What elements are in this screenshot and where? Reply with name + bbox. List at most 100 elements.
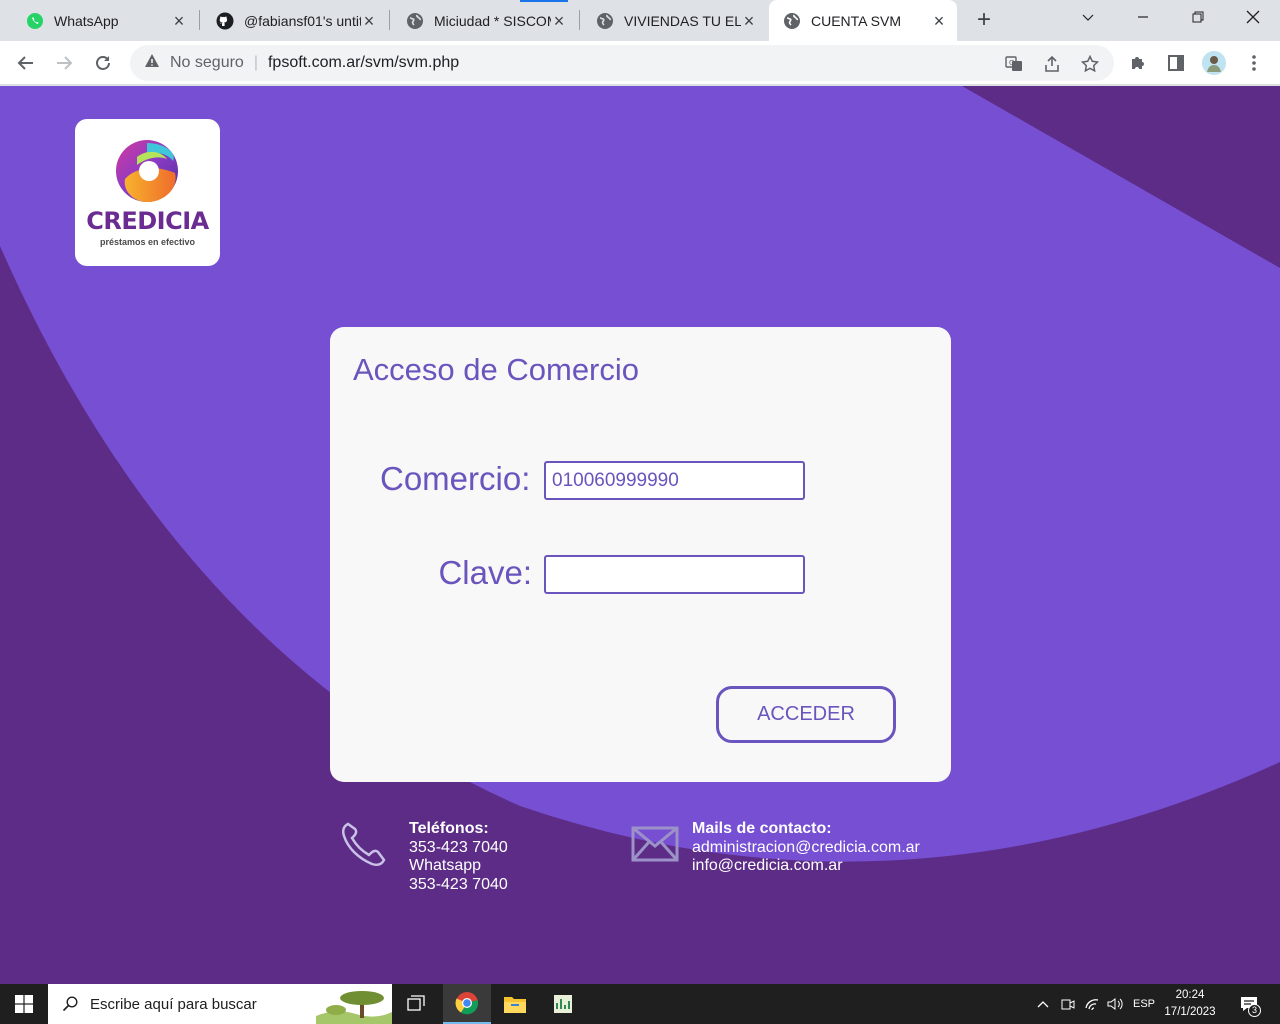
close-window-button[interactable]: [1230, 0, 1276, 34]
side-panel-button[interactable]: [1160, 47, 1192, 79]
phones-heading: Teléfonos:: [409, 820, 489, 837]
translate-icon[interactable]: G: [1004, 54, 1024, 74]
credicia-logo-mark: [116, 140, 178, 203]
chevron-up-icon: [1037, 1001, 1049, 1008]
clave-input[interactable]: [544, 555, 805, 594]
forward-button[interactable]: [48, 47, 80, 79]
task-view-icon: [407, 995, 425, 1011]
new-tab-button[interactable]: +: [973, 8, 995, 32]
star-icon[interactable]: [1080, 54, 1100, 74]
tab-viviendas[interactable]: VIVIENDAS TU ELECCION ×: [582, 0, 767, 41]
envelope-icon: [631, 826, 679, 862]
search-placeholder: Escribe aquí para buscar: [90, 995, 257, 1013]
extensions-button[interactable]: [1122, 47, 1154, 79]
restore-window-button[interactable]: [1175, 0, 1221, 34]
clock-time: 20:24: [1175, 989, 1205, 1001]
mails-heading: Mails de contacto:: [692, 820, 832, 837]
chevron-down-icon: [1082, 14, 1094, 21]
tray-overflow-button[interactable]: [1034, 984, 1052, 1024]
mail-admin[interactable]: administracion@credicia.com.ar: [692, 839, 920, 858]
taskbar: Escribe aquí para buscar ESP 20:24 17/1/…: [0, 984, 1280, 1024]
back-button[interactable]: [10, 47, 42, 79]
tab-title: VIVIENDAS TU ELECCION: [624, 12, 741, 29]
reload-button[interactable]: [87, 47, 119, 79]
comercio-input[interactable]: [544, 461, 805, 500]
mails-block: Mails de contacto: administracion@credic…: [692, 820, 920, 876]
close-icon[interactable]: ×: [171, 12, 187, 30]
tab-cuenta-svm[interactable]: CUENTA SVM ×: [769, 0, 957, 41]
tab-title: WhatsApp: [54, 12, 119, 29]
menu-button[interactable]: [1238, 47, 1270, 79]
tray-meet-now[interactable]: [1058, 984, 1078, 1024]
close-icon: [1246, 10, 1260, 24]
clave-label: Clave:: [438, 554, 532, 591]
acceder-button[interactable]: ACCEDER: [716, 686, 896, 743]
minimize-icon: [1138, 16, 1148, 18]
clock-date: 17/1/2023: [1164, 1006, 1216, 1018]
url-text[interactable]: fpsoft.com.ar/svm/svm.php: [268, 54, 459, 72]
notification-count-badge: 3: [1248, 1004, 1261, 1017]
profile-button[interactable]: [1198, 47, 1230, 79]
security-label[interactable]: No seguro: [170, 54, 244, 72]
arrow-right-icon: [57, 56, 73, 70]
tray-language[interactable]: ESP: [1130, 984, 1158, 1024]
mail-info[interactable]: info@credicia.com.ar: [692, 857, 920, 876]
windows-icon: [15, 995, 33, 1013]
task-view-button[interactable]: [392, 984, 440, 1024]
tab-github[interactable]: @fabiansf01's untitled ×: [202, 0, 387, 41]
taskbar-search[interactable]: Escribe aquí para buscar: [48, 984, 392, 1024]
browser-toolbar: No seguro | fpsoft.com.ar/svm/svm.php G: [0, 41, 1280, 85]
tab-miciudad[interactable]: Miciudad * SISCOM ×: [392, 0, 577, 41]
tray-notifications[interactable]: 3: [1234, 984, 1264, 1024]
page-content: CREDICIA préstamos en efectivo Acceso de…: [0, 86, 1280, 984]
phone-number: 353-423 7040: [409, 838, 508, 856]
taskbar-chrome[interactable]: [443, 984, 491, 1024]
globe-icon: [406, 12, 424, 30]
warning-icon[interactable]: [144, 53, 160, 74]
close-icon[interactable]: ×: [361, 12, 377, 30]
reload-icon: [96, 56, 110, 70]
url-separator: |: [253, 54, 258, 71]
credicia-logo[interactable]: CREDICIA préstamos en efectivo: [75, 119, 220, 266]
whatsapp-label: Whatsapp: [409, 857, 482, 874]
address-bar[interactable]: No seguro | fpsoft.com.ar/svm/svm.php G: [130, 45, 1114, 81]
folder-icon: [504, 997, 526, 1013]
tab-title: CUENTA SVM: [811, 12, 901, 29]
taskbar-file-explorer[interactable]: [491, 984, 539, 1024]
chrome-icon: [455, 992, 479, 1015]
close-icon[interactable]: ×: [931, 12, 947, 30]
login-title: Acceso de Comercio: [353, 352, 640, 387]
share-icon[interactable]: [1042, 54, 1062, 74]
tray-volume[interactable]: [1104, 984, 1126, 1024]
phones-block: Teléfonos: 353-423 7040 Whatsapp 353-423…: [409, 820, 508, 894]
kebab-menu-icon: [1252, 55, 1256, 71]
arrow-left-icon: [17, 56, 33, 70]
tray-clock[interactable]: 20:24 17/1/2023: [1158, 987, 1222, 1021]
taskbar-app[interactable]: [539, 984, 587, 1024]
tab-strip: WhatsApp × @fabiansf01's untitled × Mici…: [0, 0, 1280, 41]
close-icon[interactable]: ×: [551, 12, 567, 30]
spreadsheet-app-icon: [554, 995, 572, 1013]
minimize-button[interactable]: [1065, 0, 1111, 34]
globe-icon: [783, 12, 801, 30]
avatar: [1202, 51, 1226, 75]
start-button[interactable]: [0, 984, 48, 1024]
speaker-icon: [1107, 998, 1123, 1010]
github-icon: [216, 12, 234, 30]
puzzle-icon: [1132, 57, 1144, 69]
side-panel-icon: [1168, 55, 1184, 71]
minimize-window-button[interactable]: [1120, 0, 1166, 34]
wifi-icon: [1085, 999, 1099, 1011]
login-card: Acceso de Comercio Comercio: Clave: ACCE…: [330, 327, 951, 782]
tab-whatsapp[interactable]: WhatsApp ×: [12, 0, 197, 41]
camera-icon: [1061, 999, 1075, 1010]
close-icon[interactable]: ×: [741, 12, 757, 30]
logo-wordmark: CREDICIA: [86, 207, 209, 235]
globe-icon: [596, 12, 614, 30]
tab-separator: [389, 10, 390, 30]
tab-separator: [199, 10, 200, 30]
tab-title: @fabiansf01's untitled: [244, 12, 361, 29]
tray-network[interactable]: [1082, 984, 1102, 1024]
whatsapp-icon: [26, 12, 44, 30]
whatsapp-number: 353-423 7040: [409, 875, 508, 893]
